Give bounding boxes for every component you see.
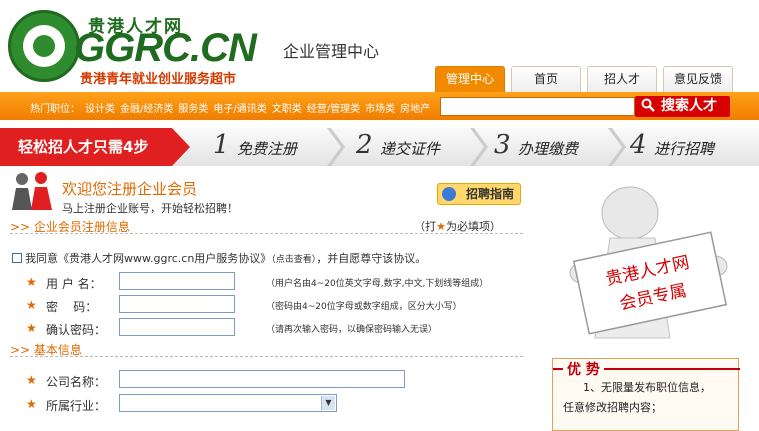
step-number: 2 [356,130,373,160]
confirm-password-row: ★ 确认密码： （请再次输入密码，以确保密码输入无误） [26,318,526,338]
hot-job-link[interactable]: 文职类 [272,104,302,115]
password-input[interactable] [119,295,235,313]
basic-section-header: >> 基本信息 [10,341,523,357]
step-label: 免费注册 [237,140,298,158]
hot-jobs-list: 热门职位： 设计类 金融/经济类 服务类 电子/通讯类 文职类 经营/管理类 市场类 房地产 [30,100,430,115]
talent-search-input[interactable] [440,97,635,116]
username-label: 用 户 名： [46,277,102,291]
agreement-checkbox[interactable] [12,253,22,263]
step-2: 2 递交证件 [338,128,488,166]
steps-intro: 轻松招人才只需4步 [0,128,190,166]
hot-jobs-bar: 热门职位： 设计类 金融/经济类 服务类 电子/通讯类 文职类 经营/管理类 市场类 房地产 搜… [0,92,759,120]
welcome-title: 欢迎您注册企业会员 [62,180,198,198]
logo-slogan: 贵港青年就业创业服务超市 [80,72,237,87]
welcome-subtitle: 马上注册企业账号，开始轻松招聘！ [62,202,238,215]
required-star-icon: ★ [436,220,446,233]
step-label: 办理缴费 [518,140,579,158]
logo-emblem-icon [8,10,80,82]
register-section-title: >> 企业会员注册信息 [10,220,130,234]
people-icon [12,172,52,210]
step-4: 4 进行招聘 [612,128,759,166]
industry-label: 所属行业： [46,399,107,413]
required-star-icon: ★ [26,397,37,411]
hot-job-link[interactable]: 市场类 [365,104,395,115]
confirm-password-input[interactable] [119,318,235,336]
tab-recruit[interactable]: 招人才 [587,66,657,92]
username-row: ★ 用 户 名： （用户名由4~20位英文字母,数字,中文,下划线等组成） [26,272,526,292]
search-talent-button[interactable]: 搜索人才 [635,96,730,117]
required-star-icon: ★ [26,321,37,335]
basic-section-title: >> 基本信息 [10,343,82,357]
username-input[interactable] [119,272,235,290]
hot-job-link[interactable]: 服务类 [178,104,208,115]
agreement-suffix: ，并自愿尊守该协议。 [316,252,427,265]
step-number: 3 [494,130,511,160]
tab-home[interactable]: 首页 [511,66,581,92]
registration-steps: 轻松招人才只需4步 1 免费注册 2 递交证件 3 办理缴费 4 进行招聘 [0,128,759,166]
step-3: 3 办理缴费 [476,128,626,166]
required-note-open: （打 [414,220,437,233]
confirm-password-hint: （请再次输入密码，以确保密码输入无误） [266,325,438,335]
step-label: 进行招聘 [654,140,715,158]
hot-jobs-label: 热门职位： [30,104,80,115]
step-number: 1 [213,130,230,160]
required-note-close: 为必填项） [446,220,501,233]
agreement-row: 我同意《贵港人才网www.ggrc.cn用户服务协议》（点击查看），并自愿尊守该… [12,250,426,266]
hot-job-link[interactable]: 电子/通讯类 [213,104,266,115]
password-label: 密 码： [46,300,98,314]
site-logo[interactable]: 贵港人才网 GGRC.CN 贵港青年就业创业服务超市 [8,8,268,88]
industry-row: ★ 所属行业： ▼ [26,394,526,414]
logo-en-text: GGRC.CN [74,26,257,70]
agreement-text[interactable]: 我同意《贵港人才网www.ggrc.cn用户服务协议》 [25,252,271,265]
hot-job-link[interactable]: 经营/管理类 [307,104,360,115]
required-star-icon: ★ [26,373,37,387]
advantage-item: 任意修改招聘内容； [563,401,662,414]
page-title: 企业管理中心 [283,42,380,61]
register-section-header: >> 企业会员注册信息 （打★为必填项） [10,218,523,234]
hot-job-link[interactable]: 设计类 [85,104,115,115]
username-hint: （用户名由4~20位英文字母,数字,中文,下划线等组成） [266,279,489,289]
company-label: 公司名称： [46,375,107,389]
agreement-view-hint[interactable]: （点击查看） [271,255,316,265]
step-label: 递交证件 [380,140,441,158]
password-row: ★ 密 码： （密码由4~20位字母或数字组成，区分大小写） [26,295,526,315]
hot-job-link[interactable]: 房地产 [400,104,430,115]
confirm-password-label: 确认密码： [46,323,107,337]
company-row: ★ 公司名称： [26,370,526,390]
tab-management-center[interactable]: 管理中心 [435,66,505,92]
required-star-icon: ★ [26,275,37,289]
step-number: 4 [630,130,647,160]
required-star-icon: ★ [26,298,37,312]
advantages-box: 优 势 1、无限量发布职位信息， 任意修改招聘内容； [552,358,740,431]
hot-job-link[interactable]: 金融/经济类 [120,104,173,115]
password-hint: （密码由4~20位字母或数字组成，区分大小写） [266,302,462,312]
company-name-input[interactable] [119,370,405,388]
mascot-sign-image: 贵港人才网 会员专属 [569,186,728,339]
required-note: （打★为必填项） [414,218,501,234]
advantage-item: 1、无限量发布职位信息， [583,381,711,394]
main-nav: 管理中心 首页 招人才 意见反馈 [435,66,733,92]
search-button-label: 搜索人才 [661,98,717,114]
guide-button-label: 招聘指南 [465,187,514,201]
tab-feedback[interactable]: 意见反馈 [663,66,733,92]
guide-icon [442,187,456,201]
advantages-title: 优 势 [563,359,604,379]
recruit-guide-button[interactable]: 招聘指南 [437,183,521,205]
step-1: 1 免费注册 [195,128,345,166]
search-icon [641,98,655,112]
chevron-down-icon: ▼ [321,396,335,410]
industry-select[interactable]: ▼ [119,394,337,412]
